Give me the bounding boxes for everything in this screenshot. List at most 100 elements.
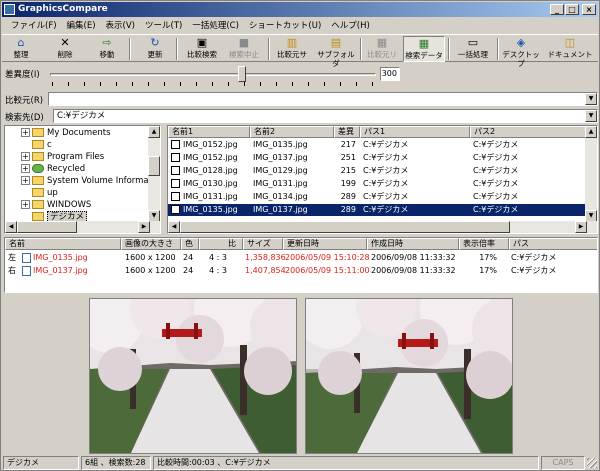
results-list[interactable]: 名前1 名前2 差異 パス1 パス2 IMG_0152.jpg IMG_0135… (167, 125, 598, 234)
scroll-left-icon[interactable]: ◀ (168, 221, 180, 233)
chevron-down-icon[interactable]: ▼ (585, 93, 597, 105)
toolbar-separator (360, 38, 362, 60)
expand-icon[interactable]: + (21, 200, 30, 209)
menu-shortcut[interactable]: ショートカット(U) (244, 19, 326, 31)
tree-item[interactable]: up (21, 187, 58, 199)
compare-search-button[interactable]: ▣ 比較検索 (182, 36, 222, 62)
results-vscroll[interactable]: ▲ ▼ (585, 126, 597, 222)
table-row[interactable]: IMG_0128.jpg IMG_0129.jpg 215 C:¥デジカメ C:… (168, 165, 587, 177)
maximize-button[interactable]: □ (565, 4, 579, 15)
row-checkbox[interactable] (171, 166, 180, 175)
column-header[interactable]: 表示倍率 (459, 238, 509, 250)
row-checkbox[interactable] (171, 153, 180, 162)
expand-icon[interactable]: + (21, 164, 30, 173)
documents-button[interactable]: ◫ ドキュメント (545, 36, 595, 62)
search-data-button[interactable]: ▦ 検索データ (403, 36, 445, 62)
tree-item-label: My Documents (47, 128, 111, 138)
batch-process-button[interactable]: ▭ 一括処理 (451, 36, 495, 62)
desktop-button[interactable]: ◈ デスクトップ (499, 36, 543, 68)
row-checkbox[interactable] (171, 179, 180, 188)
scroll-right-icon[interactable]: ▶ (575, 221, 587, 233)
column-header[interactable]: パス2 (470, 126, 587, 138)
detail-row-left[interactable]: 左 IMG_0135.jpg 1600 x 1200 24 4 : 3 1,35… (5, 252, 597, 264)
row-checkbox[interactable] (171, 192, 180, 201)
title-bar[interactable]: GraphicsCompare _ □ × (2, 2, 598, 17)
path1-cell: C:¥デジカメ (363, 205, 409, 214)
detail-row-right[interactable]: 右 IMG_0137.jpg 1600 x 1200 24 4 : 3 1,40… (5, 265, 597, 277)
organize-button[interactable]: ⌂ 整理 (6, 36, 36, 62)
toolbar: ⌂ 整理 ✕ 削除 ⇨ 移動 ↻ 更新 ▣ 比較検索 ■ 検索中止 ▥ 比較元サ ▤ サブフォル… (2, 34, 598, 68)
row-checkbox[interactable] (171, 205, 180, 214)
compare-source-sub-button[interactable]: ▥ 比較元サ (272, 36, 312, 62)
folder-tree[interactable]: + My Documents c + Program Files + Recycled… (4, 125, 161, 234)
right-image-preview[interactable] (305, 298, 513, 454)
menu-help[interactable]: ヘルプ(H) (326, 19, 375, 31)
tree-item[interactable]: + Recycled (21, 163, 85, 175)
menu-edit[interactable]: 編集(E) (62, 19, 101, 31)
tree-item[interactable]: + WINDOWS (21, 199, 91, 211)
column-header[interactable]: 作成日時 (367, 238, 459, 250)
scroll-left-icon[interactable]: ◀ (5, 221, 17, 233)
compare-source-list-label: 比較元リ (367, 50, 397, 59)
column-header[interactable]: 比 (199, 238, 243, 250)
tree-item[interactable]: + My Documents (21, 127, 111, 139)
column-header[interactable]: パス (509, 238, 597, 250)
results-hscroll[interactable]: ◀ ▶ (168, 221, 597, 233)
table-row[interactable]: IMG_0131.jpg IMG_0134.jpg 289 C:¥デジカメ C:… (168, 191, 587, 203)
tree-hscroll[interactable]: ◀ ▶ (5, 221, 160, 233)
menu-batch[interactable]: 一括処理(C) (187, 19, 244, 31)
scroll-up-icon[interactable]: ▲ (585, 126, 597, 138)
expand-icon[interactable]: + (21, 128, 30, 137)
scroll-thumb[interactable] (180, 221, 510, 233)
tree-vscroll[interactable]: ▲ ▼ (148, 126, 160, 222)
left-image-preview[interactable] (89, 298, 297, 454)
similarity-slider-track[interactable] (50, 73, 376, 76)
compare-source-combo[interactable]: ▼ (48, 92, 598, 106)
resize-grip-icon[interactable] (587, 458, 597, 468)
detail-list[interactable]: 名前 画像の大きさ 色 比 サイズ 更新日時 作成日時 表示倍率 パス 左 IM… (4, 237, 598, 293)
refresh-button[interactable]: ↻ 更新 (140, 36, 170, 62)
organize-icon: ⌂ (17, 36, 25, 49)
name2-cell: IMG_0134.jpg (253, 192, 308, 201)
table-row[interactable]: IMG_0152.jpg IMG_0135.jpg 217 C:¥デジカメ C:… (168, 139, 587, 151)
tree-item[interactable]: + Program Files (21, 151, 104, 163)
column-header[interactable]: 名前 (5, 238, 121, 250)
scroll-thumb[interactable] (148, 156, 160, 176)
column-header[interactable]: 色 (181, 238, 199, 250)
column-header[interactable]: 更新日時 (283, 238, 367, 250)
column-header[interactable]: 画像の大きさ (121, 238, 181, 250)
menu-file[interactable]: ファイル(F) (6, 19, 62, 31)
search-target-combo[interactable]: C:¥デジカメ ▼ (53, 109, 598, 123)
refresh-icon: ↻ (150, 36, 160, 49)
chevron-down-icon[interactable]: ▼ (585, 110, 597, 122)
stop-search-button[interactable]: ■ 検索中止 (224, 36, 264, 62)
expand-icon[interactable]: + (21, 152, 30, 161)
expand-icon[interactable]: + (21, 176, 30, 185)
column-header[interactable]: サイズ (243, 238, 283, 250)
table-row[interactable]: IMG_0152.jpg IMG_0137.jpg 251 C:¥デジカメ C:… (168, 152, 587, 164)
subfolder-button[interactable]: ▤ サブフォルダ (314, 36, 358, 68)
menu-view[interactable]: 表示(V) (101, 19, 140, 31)
scroll-right-icon[interactable]: ▶ (138, 221, 150, 233)
minimize-button[interactable]: _ (550, 4, 564, 15)
delete-button[interactable]: ✕ 削除 (50, 36, 80, 62)
close-button[interactable]: × (582, 4, 596, 15)
table-row-selected[interactable]: IMG_0135.jpg IMG_0137.jpg 289 C:¥デジカメ C:… (168, 204, 587, 216)
column-header[interactable]: パス1 (360, 126, 470, 138)
compare-search-icon: ▣ (196, 36, 208, 49)
menu-tools[interactable]: ツール(T) (140, 19, 187, 31)
column-header[interactable]: 差異 (334, 126, 360, 138)
move-button[interactable]: ⇨ 移動 (92, 36, 122, 62)
scroll-up-icon[interactable]: ▲ (148, 126, 160, 138)
table-row[interactable]: IMG_0130.jpg IMG_0131.jpg 199 C:¥デジカメ C:… (168, 178, 587, 190)
scroll-thumb[interactable] (17, 221, 77, 233)
similarity-slider-thumb[interactable] (238, 66, 247, 82)
subfolder-icon: ▤ (330, 36, 342, 49)
compare-source-list-button[interactable]: ▦ 比較元リ (363, 36, 401, 62)
similarity-value[interactable]: 300 (380, 67, 400, 81)
tree-item[interactable]: + System Volume Informati (21, 175, 154, 187)
tree-item[interactable]: c (21, 139, 52, 151)
column-header[interactable]: 名前2 (250, 126, 334, 138)
row-checkbox[interactable] (171, 140, 180, 149)
column-header[interactable]: 名前1 (168, 126, 250, 138)
